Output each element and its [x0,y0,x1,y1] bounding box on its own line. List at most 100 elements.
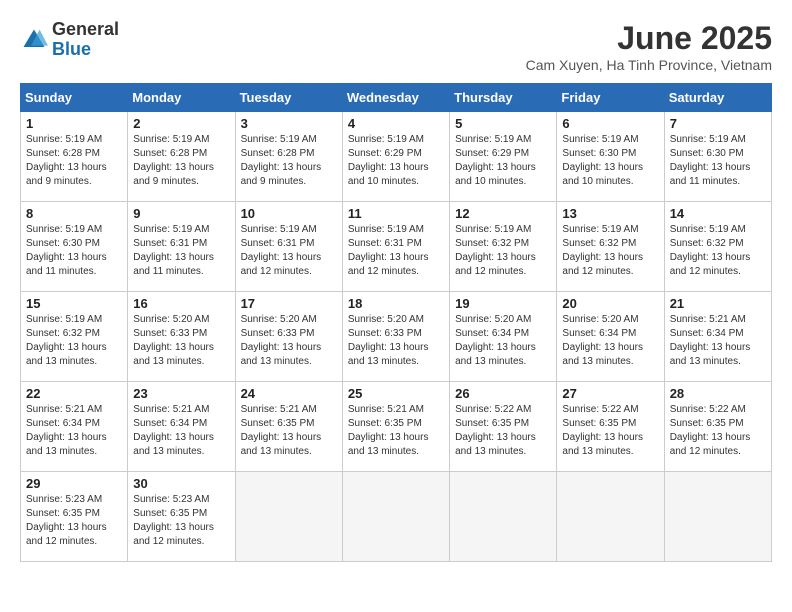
calendar-header: SundayMondayTuesdayWednesdayThursdayFrid… [21,84,772,112]
day-info: Sunrise: 5:19 AM Sunset: 6:32 PM Dayligh… [670,223,766,279]
daylight-label: Daylight: 13 hours and 9 minutes. [133,162,214,187]
day-number: 21 [670,296,766,311]
day-info: Sunrise: 5:22 AM Sunset: 6:35 PM Dayligh… [455,403,551,459]
sunrise-label: Sunrise: 5:19 AM [562,224,638,235]
daylight-label: Daylight: 13 hours and 13 minutes. [562,342,643,367]
sunrise-label: Sunrise: 5:20 AM [133,314,209,325]
day-number: 5 [455,116,551,131]
day-info: Sunrise: 5:21 AM Sunset: 6:35 PM Dayligh… [241,403,337,459]
sunrise-label: Sunrise: 5:19 AM [455,224,531,235]
sunrise-label: Sunrise: 5:20 AM [241,314,317,325]
daylight-label: Daylight: 13 hours and 12 minutes. [562,252,643,277]
calendar-cell: 29 Sunrise: 5:23 AM Sunset: 6:35 PM Dayl… [21,472,128,562]
daylight-label: Daylight: 13 hours and 12 minutes. [26,522,107,547]
day-info: Sunrise: 5:20 AM Sunset: 6:34 PM Dayligh… [455,313,551,369]
sunrise-label: Sunrise: 5:21 AM [348,404,424,415]
calendar-cell: 1 Sunrise: 5:19 AM Sunset: 6:28 PM Dayli… [21,112,128,202]
sunrise-label: Sunrise: 5:21 AM [670,314,746,325]
calendar-week-5: 29 Sunrise: 5:23 AM Sunset: 6:35 PM Dayl… [21,472,772,562]
calendar-cell: 28 Sunrise: 5:22 AM Sunset: 6:35 PM Dayl… [664,382,771,472]
sunset-label: Sunset: 6:30 PM [670,148,744,159]
sunset-label: Sunset: 6:35 PM [241,418,315,429]
sunset-label: Sunset: 6:28 PM [133,148,207,159]
sunset-label: Sunset: 6:32 PM [26,328,100,339]
header-cell-saturday: Saturday [664,84,771,112]
sunset-label: Sunset: 6:32 PM [455,238,529,249]
sunset-label: Sunset: 6:34 PM [670,328,744,339]
sunset-label: Sunset: 6:35 PM [670,418,744,429]
calendar-cell [450,472,557,562]
daylight-label: Daylight: 13 hours and 12 minutes. [670,432,751,457]
day-number: 4 [348,116,444,131]
calendar-cell: 30 Sunrise: 5:23 AM Sunset: 6:35 PM Dayl… [128,472,235,562]
calendar-week-4: 22 Sunrise: 5:21 AM Sunset: 6:34 PM Dayl… [21,382,772,472]
calendar-cell: 13 Sunrise: 5:19 AM Sunset: 6:32 PM Dayl… [557,202,664,292]
day-info: Sunrise: 5:23 AM Sunset: 6:35 PM Dayligh… [26,493,122,549]
day-info: Sunrise: 5:19 AM Sunset: 6:31 PM Dayligh… [241,223,337,279]
sunset-label: Sunset: 6:31 PM [241,238,315,249]
sunset-label: Sunset: 6:32 PM [562,238,636,249]
calendar-cell [664,472,771,562]
calendar-cell: 7 Sunrise: 5:19 AM Sunset: 6:30 PM Dayli… [664,112,771,202]
daylight-label: Daylight: 13 hours and 10 minutes. [455,162,536,187]
calendar-cell: 22 Sunrise: 5:21 AM Sunset: 6:34 PM Dayl… [21,382,128,472]
day-number: 26 [455,386,551,401]
day-info: Sunrise: 5:21 AM Sunset: 6:34 PM Dayligh… [133,403,229,459]
day-number: 20 [562,296,658,311]
daylight-label: Daylight: 13 hours and 13 minutes. [455,342,536,367]
sunrise-label: Sunrise: 5:19 AM [241,134,317,145]
sunset-label: Sunset: 6:34 PM [26,418,100,429]
sunrise-label: Sunrise: 5:19 AM [133,134,209,145]
day-number: 3 [241,116,337,131]
logo-icon [20,26,48,54]
header-cell-tuesday: Tuesday [235,84,342,112]
sunrise-label: Sunrise: 5:23 AM [26,494,102,505]
day-info: Sunrise: 5:19 AM Sunset: 6:31 PM Dayligh… [133,223,229,279]
calendar-cell: 25 Sunrise: 5:21 AM Sunset: 6:35 PM Dayl… [342,382,449,472]
day-number: 16 [133,296,229,311]
sunset-label: Sunset: 6:28 PM [241,148,315,159]
day-info: Sunrise: 5:21 AM Sunset: 6:34 PM Dayligh… [26,403,122,459]
sunrise-label: Sunrise: 5:19 AM [670,134,746,145]
sunrise-label: Sunrise: 5:19 AM [455,134,531,145]
sunset-label: Sunset: 6:34 PM [455,328,529,339]
calendar-cell: 26 Sunrise: 5:22 AM Sunset: 6:35 PM Dayl… [450,382,557,472]
day-info: Sunrise: 5:19 AM Sunset: 6:31 PM Dayligh… [348,223,444,279]
sunrise-label: Sunrise: 5:20 AM [455,314,531,325]
calendar-cell: 5 Sunrise: 5:19 AM Sunset: 6:29 PM Dayli… [450,112,557,202]
sunrise-label: Sunrise: 5:20 AM [562,314,638,325]
calendar-cell: 4 Sunrise: 5:19 AM Sunset: 6:29 PM Dayli… [342,112,449,202]
daylight-label: Daylight: 13 hours and 11 minutes. [26,252,107,277]
sunrise-label: Sunrise: 5:22 AM [670,404,746,415]
sunrise-label: Sunrise: 5:19 AM [241,224,317,235]
sunset-label: Sunset: 6:35 PM [133,508,207,519]
calendar-cell: 15 Sunrise: 5:19 AM Sunset: 6:32 PM Dayl… [21,292,128,382]
day-info: Sunrise: 5:19 AM Sunset: 6:29 PM Dayligh… [348,133,444,189]
calendar-cell: 17 Sunrise: 5:20 AM Sunset: 6:33 PM Dayl… [235,292,342,382]
day-number: 14 [670,206,766,221]
sunrise-label: Sunrise: 5:19 AM [26,134,102,145]
day-number: 29 [26,476,122,491]
daylight-label: Daylight: 13 hours and 12 minutes. [133,522,214,547]
sunset-label: Sunset: 6:35 PM [562,418,636,429]
calendar-cell: 16 Sunrise: 5:20 AM Sunset: 6:33 PM Dayl… [128,292,235,382]
sunset-label: Sunset: 6:32 PM [670,238,744,249]
day-info: Sunrise: 5:19 AM Sunset: 6:29 PM Dayligh… [455,133,551,189]
sunset-label: Sunset: 6:31 PM [348,238,422,249]
sunset-label: Sunset: 6:35 PM [348,418,422,429]
day-number: 17 [241,296,337,311]
sunset-label: Sunset: 6:34 PM [133,418,207,429]
calendar-cell [342,472,449,562]
sunset-label: Sunset: 6:29 PM [348,148,422,159]
sunset-label: Sunset: 6:33 PM [133,328,207,339]
day-number: 1 [26,116,122,131]
header-cell-monday: Monday [128,84,235,112]
day-number: 15 [26,296,122,311]
sunrise-label: Sunrise: 5:19 AM [133,224,209,235]
calendar-cell: 19 Sunrise: 5:20 AM Sunset: 6:34 PM Dayl… [450,292,557,382]
daylight-label: Daylight: 13 hours and 12 minutes. [455,252,536,277]
calendar-cell: 21 Sunrise: 5:21 AM Sunset: 6:34 PM Dayl… [664,292,771,382]
day-number: 10 [241,206,337,221]
sunrise-label: Sunrise: 5:21 AM [241,404,317,415]
sunset-label: Sunset: 6:28 PM [26,148,100,159]
